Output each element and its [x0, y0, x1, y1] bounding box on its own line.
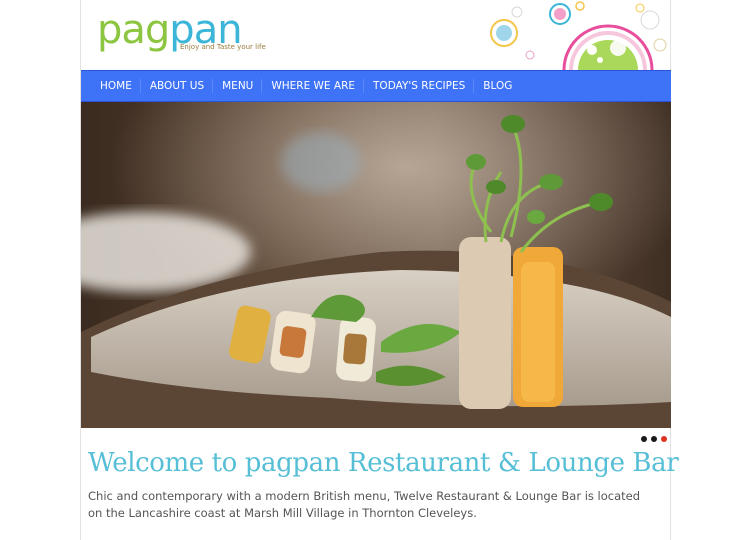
nav-item-home[interactable]: HOME [91, 70, 141, 102]
slider-dot[interactable] [641, 436, 647, 442]
nav-item-about-us[interactable]: ABOUT US [141, 70, 214, 102]
slider-dot[interactable] [651, 436, 657, 442]
nav-item-where-we-are[interactable]: WHERE WE ARE [262, 70, 364, 102]
main-nav: HOME ABOUT US MENU WHERE WE ARE TODAY'S … [81, 70, 671, 102]
slider-dot-active[interactable] [661, 436, 667, 442]
intro-paragraph: Chic and contemporary with a modern Brit… [88, 489, 641, 520]
site-tagline: Enjoy and Taste your life [180, 43, 266, 51]
welcome-heading: Welcome to pagpan Restaurant & Lounge Ba… [88, 448, 679, 478]
site-header: pagpan Enjoy and Taste your life [81, 0, 670, 70]
nav-item-menu[interactable]: MENU [213, 70, 263, 102]
nav-item-blog[interactable]: BLOG [474, 70, 521, 102]
decorative-circles-graphic [490, 1, 667, 70]
slider-dots [641, 436, 667, 442]
hero-food-image [81, 102, 671, 428]
nav-item-todays-recipes[interactable]: TODAY'S RECIPES [364, 70, 475, 102]
logo-part-pag: pag [97, 7, 170, 53]
page-container: pagpan Enjoy and Taste your life HOME AB… [80, 0, 679, 540]
